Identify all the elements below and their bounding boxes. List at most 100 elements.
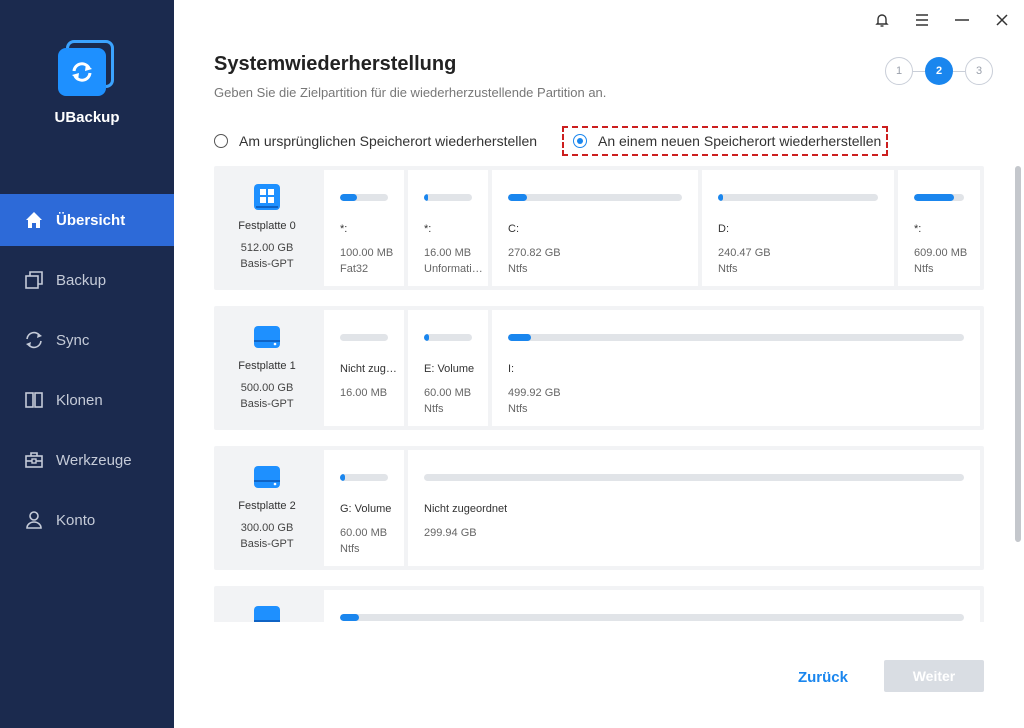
partition-card[interactable]: E: Volume 60.00 MB Ntfs: [408, 310, 488, 426]
partition-label: I:: [508, 363, 515, 375]
disk-list: Festplatte 0 512.00 GB Basis-GPT *: 100.…: [214, 166, 984, 622]
sidebar-item-clone[interactable]: Klonen: [0, 370, 174, 430]
radio-dot-selected[interactable]: [573, 134, 587, 148]
partition-size: 299.94 GB: [424, 527, 477, 539]
partition-size: 499.92 GB: [508, 387, 561, 399]
disk-row: Festplatte 1 500.00 GB Basis-GPT Nicht z…: [214, 306, 984, 430]
usage-bar: [508, 194, 682, 201]
page-subtitle: Geben Sie die Zielpartition für die wied…: [214, 85, 607, 100]
step-3: 3: [965, 57, 993, 85]
disk-header: Festplatte 2 300.00 GB Basis-GPT: [214, 446, 320, 570]
usage-bar: [340, 334, 388, 341]
partition-fs: Ntfs: [718, 263, 738, 275]
usage-bar: [508, 334, 964, 341]
sidebar-item-overview[interactable]: Übersicht: [0, 194, 174, 246]
app-name: UBackup: [54, 109, 120, 126]
partition-fs: Ntfs: [424, 403, 444, 415]
bell-icon[interactable]: [872, 10, 892, 30]
hard-disk-icon: [254, 606, 280, 622]
disk-header: Festplatte 0 512.00 GB Basis-GPT: [214, 166, 320, 290]
disk-row: [214, 586, 984, 622]
disk-type: Basis-GPT: [240, 538, 294, 550]
sidebar-item-label: Backup: [56, 271, 107, 289]
radio-new-location[interactable]: An einem neuen Speicherort wiederherstel…: [573, 133, 881, 149]
radio-label: An einem neuen Speicherort wiederherstel…: [598, 133, 882, 149]
step-connector: [953, 71, 965, 72]
partition-size: 100.00 MB: [340, 247, 394, 259]
menu-icon[interactable]: [912, 10, 932, 30]
home-icon: [24, 210, 44, 230]
hard-disk-icon: [254, 466, 280, 488]
partition-card[interactable]: C: 270.82 GB Ntfs: [492, 170, 698, 286]
radio-label: Am ursprünglichen Speicherort wiederhers…: [239, 133, 538, 149]
partition-size: 60.00 MB: [340, 527, 388, 539]
usage-bar: [424, 194, 472, 201]
partition-fs: Ntfs: [340, 543, 360, 555]
partition-card[interactable]: D: 240.47 GB Ntfs: [702, 170, 894, 286]
partition-size: 16.00 MB: [340, 387, 388, 399]
partition-fs: Ntfs: [508, 263, 528, 275]
usage-bar: [340, 474, 388, 481]
sidebar-item-label: Konto: [56, 511, 96, 529]
partition-label: Nicht zugeordnet: [340, 363, 400, 375]
toolbox-icon: [24, 450, 44, 470]
usage-bar: [340, 614, 964, 621]
partition-card[interactable]: [324, 590, 980, 622]
partition-card[interactable]: *: 609.00 MB Ntfs: [898, 170, 980, 286]
partition-label: D:: [718, 223, 729, 235]
partition-fs: Unformatiert: [424, 263, 484, 275]
partition-fs: Ntfs: [508, 403, 528, 415]
partition-label: *:: [424, 223, 432, 235]
sidebar-item-label: Klonen: [56, 391, 103, 409]
scrollbar[interactable]: [1015, 166, 1021, 622]
disk-size: 512.00 GB: [240, 242, 294, 254]
sidebar-item-tools[interactable]: Werkzeuge: [0, 430, 174, 490]
disk-header: [214, 586, 320, 622]
partition-label: Nicht zugeordnet: [424, 503, 508, 515]
step-1: 1: [885, 57, 913, 85]
windows-disk-icon: [254, 184, 280, 210]
radio-original-location[interactable]: Am ursprünglichen Speicherort wiederhers…: [214, 133, 537, 149]
partition-size: 240.47 GB: [718, 247, 771, 259]
disk-size: 500.00 GB: [240, 382, 294, 394]
usage-bar: [340, 194, 388, 201]
partition-card[interactable]: Nicht zugeordnet 299.94 GB: [408, 450, 980, 566]
partition-card[interactable]: Nicht zugeordnet 16.00 MB: [324, 310, 404, 426]
partition-card[interactable]: *: 16.00 MB Unformatiert: [408, 170, 488, 286]
disk-type: Basis-GPT: [240, 258, 294, 270]
disk-size: 300.00 GB: [240, 522, 294, 534]
scrollbar-thumb[interactable]: [1015, 166, 1021, 542]
page-title: Systemwiederherstellung: [214, 53, 457, 75]
usage-bar: [914, 194, 964, 201]
app-logo-icon: [56, 38, 118, 100]
sidebar-item-label: Sync: [56, 331, 90, 349]
backup-icon: [24, 270, 44, 290]
sidebar-item-backup[interactable]: Backup: [0, 250, 174, 310]
step-2: 2: [925, 57, 953, 85]
partition-label: G: Volume: [340, 503, 392, 515]
disk-name: Festplatte 2: [238, 500, 296, 512]
step-indicator: 1 2 3: [885, 57, 995, 85]
partition-size: 60.00 MB: [424, 387, 472, 399]
sidebar-item-label: Werkzeuge: [56, 451, 132, 469]
partition-card[interactable]: G: Volume 60.00 MB Ntfs: [324, 450, 404, 566]
close-icon[interactable]: [992, 10, 1012, 30]
partition-size: 270.82 GB: [508, 247, 561, 259]
partition-label: C:: [508, 223, 519, 235]
partition-label: *:: [914, 223, 922, 235]
minimize-icon[interactable]: [952, 10, 972, 30]
partition-card[interactable]: *: 100.00 MB Fat32: [324, 170, 404, 286]
usage-bar: [424, 334, 472, 341]
partition-size: 609.00 MB: [914, 247, 968, 259]
back-button[interactable]: Zurück: [780, 661, 866, 693]
next-button[interactable]: Weiter: [884, 660, 984, 692]
partition-label: *:: [340, 223, 348, 235]
partition-card[interactable]: I: 499.92 GB Ntfs: [492, 310, 980, 426]
sidebar-item-sync[interactable]: Sync: [0, 310, 174, 370]
hard-disk-icon: [254, 326, 280, 348]
radio-dot[interactable]: [214, 134, 228, 148]
partition-size: 16.00 MB: [424, 247, 472, 259]
disk-header: Festplatte 1 500.00 GB Basis-GPT: [214, 306, 320, 430]
partition-label: E: Volume: [424, 363, 475, 375]
sidebar-item-account[interactable]: Konto: [0, 490, 174, 550]
